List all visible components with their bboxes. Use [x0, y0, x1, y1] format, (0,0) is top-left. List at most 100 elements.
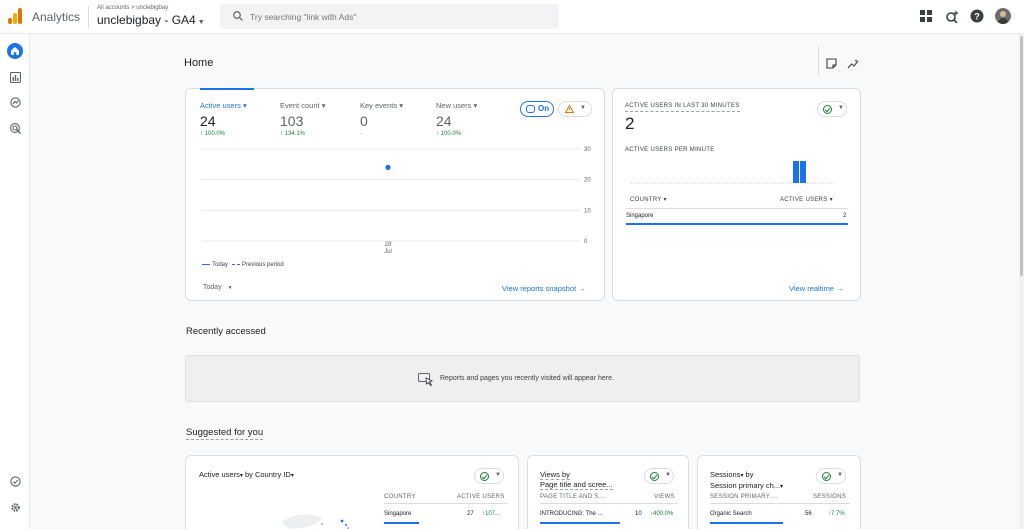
table-row-bar [710, 522, 783, 524]
chevron-down-icon: ▼ [227, 285, 233, 291]
suggested-card-views[interactable]: Views by Page title and scree... ▼ PAGE T… [527, 455, 689, 529]
table-cell-delta: ↑7.7% [828, 511, 845, 517]
card-title-dimension[interactable]: Page title and scree... [540, 480, 613, 490]
table-cell-value: 56 [805, 511, 812, 517]
search-console-nav-icon[interactable] [7, 473, 23, 489]
arrow-right-icon: → [835, 284, 844, 293]
recently-accessed-empty-state: Reports and pages you recently visited w… [185, 355, 860, 402]
chevron-down-icon: ▾ [740, 473, 744, 479]
card-compare-dropdown[interactable]: ▼ [644, 468, 674, 484]
divider [626, 208, 848, 209]
empty-state-text: Reports and pages you recently visited w… [440, 375, 614, 382]
data-point [385, 164, 391, 170]
suggested-card-sessions[interactable]: Sessions▾ by Session primary ch...▾ ▼ SES… [697, 455, 861, 529]
check-circle-icon [480, 472, 489, 481]
note-icon[interactable] [826, 58, 837, 69]
realtime-country-cell: Singapore [626, 213, 654, 219]
divider [818, 46, 819, 76]
app-name: Analytics [32, 10, 81, 24]
legend-swatch-previous [232, 263, 241, 265]
target-icon [9, 122, 21, 134]
column-label: COUNTRY [630, 197, 662, 203]
chevron-down-icon: ▾ [780, 484, 784, 490]
insights-trend-icon[interactable] [847, 58, 859, 69]
card-compare-dropdown[interactable]: ▼ [816, 468, 846, 484]
analytics-logo-icon[interactable] [8, 8, 23, 24]
svg-text:?: ? [974, 12, 980, 22]
card-title-metric[interactable]: Active users [199, 470, 240, 479]
chevron-down-icon: ▾ [829, 197, 833, 203]
realtime-card: ACTIVE USERS IN LAST 30 MINUTES ▼ 2 ACTI… [612, 88, 861, 301]
chart-legend: Today Previous period [202, 262, 284, 268]
column-label: ACTIVE USERS [780, 197, 828, 203]
realtime-compare-dropdown[interactable]: ▼ [817, 101, 847, 117]
home-icon [11, 47, 19, 55]
card-title-metric[interactable]: Views by [540, 470, 570, 480]
x-tick-label: 28 [385, 242, 392, 248]
realtime-active-users-value: 2 [625, 114, 635, 133]
x-tick-label: Jul [384, 249, 392, 255]
advertising-nav-icon[interactable] [7, 120, 23, 136]
table-row-bar [384, 522, 419, 524]
search-insights-icon[interactable] [945, 9, 959, 23]
legend-previous-label: Previous period [242, 262, 284, 268]
chevron-down-icon: ▼ [197, 19, 205, 26]
explore-icon [9, 96, 21, 108]
arrow-right-icon: → [578, 284, 586, 293]
reports-nav-icon[interactable] [7, 69, 23, 85]
admin-nav-icon[interactable] [7, 499, 23, 515]
realtime-users-cell: 2 [843, 213, 847, 219]
table-row-bar [540, 522, 620, 524]
card-title-dimension[interactable]: by Country ID [245, 470, 291, 479]
view-reports-snapshot-link[interactable]: View reports snapshot → [502, 284, 586, 293]
property-selector[interactable]: unclebigbay - GA4 ▼ [97, 13, 205, 27]
link-label: View reports snapshot [502, 284, 577, 293]
table-cell-name: INTRODUCING: The ... [540, 511, 603, 517]
suggested-title: Suggested for you [186, 427, 264, 440]
legend-today-label: Today [212, 262, 229, 268]
card-title-by: by [745, 470, 754, 479]
column-header[interactable]: ACTIVE USERS [457, 494, 505, 500]
chevron-down-icon: ▾ [239, 473, 243, 479]
search-input[interactable] [250, 9, 550, 24]
divider [384, 503, 507, 504]
column-header[interactable]: VIEWS [654, 494, 675, 500]
property-name: unclebigbay - GA4 [97, 13, 196, 27]
table-cell-delta: ↑400.0% [650, 511, 673, 517]
avatar[interactable] [995, 8, 1011, 24]
country-column-header[interactable]: COUNTRY ▾ [630, 196, 667, 203]
check-circle-icon [823, 105, 832, 114]
account-breadcrumb[interactable]: All accounts > unclebigbay [97, 5, 168, 11]
realtime-title: ACTIVE USERS IN LAST 30 MINUTES [625, 103, 740, 112]
column-header[interactable]: COUNTRY [384, 494, 416, 500]
help-icon[interactable]: ? [970, 9, 984, 23]
column-header[interactable]: PAGE TITLE AND S... [540, 494, 605, 500]
active-users-column-header[interactable]: ACTIVE USERS ▾ [780, 196, 833, 203]
delta-value: 107... [485, 511, 501, 517]
chevron-down-icon: ▾ [663, 197, 667, 203]
chevron-down-icon: ▼ [495, 472, 501, 478]
explore-nav-icon[interactable] [7, 94, 23, 110]
card-title-dimension[interactable]: Session primary ch... [710, 481, 780, 490]
date-range-select[interactable]: Today ▼ [203, 284, 233, 291]
apps-grid-icon[interactable] [919, 9, 933, 23]
per-minute-bar-chart [631, 161, 835, 184]
recently-accessed-title: Recently accessed [186, 326, 266, 337]
search-bar[interactable] [220, 4, 559, 29]
column-header[interactable]: SESSIONS [813, 494, 846, 500]
scrollbar-thumb[interactable] [1020, 36, 1023, 276]
link-label: View realtime [789, 284, 834, 293]
card-title-metric[interactable]: Sessions [710, 470, 740, 479]
view-realtime-link[interactable]: View realtime → [789, 284, 843, 293]
table-cell-value: 10 [635, 511, 642, 517]
suggested-card-country[interactable]: Active users▾ by Country ID▾ ▼ COUNTRY A… [185, 455, 519, 529]
bar-chart-icon [9, 71, 21, 83]
check-circle-icon [9, 475, 21, 487]
date-range-label: Today [203, 284, 222, 291]
page-scrollbar[interactable] [1019, 34, 1024, 529]
card-compare-dropdown[interactable]: ▼ [474, 468, 504, 484]
table-cell-delta: ↑107... [482, 511, 500, 517]
recent-pages-icon [418, 373, 434, 386]
column-header[interactable]: SESSION PRIMARY ... [710, 494, 778, 500]
home-nav-icon[interactable] [7, 43, 23, 59]
